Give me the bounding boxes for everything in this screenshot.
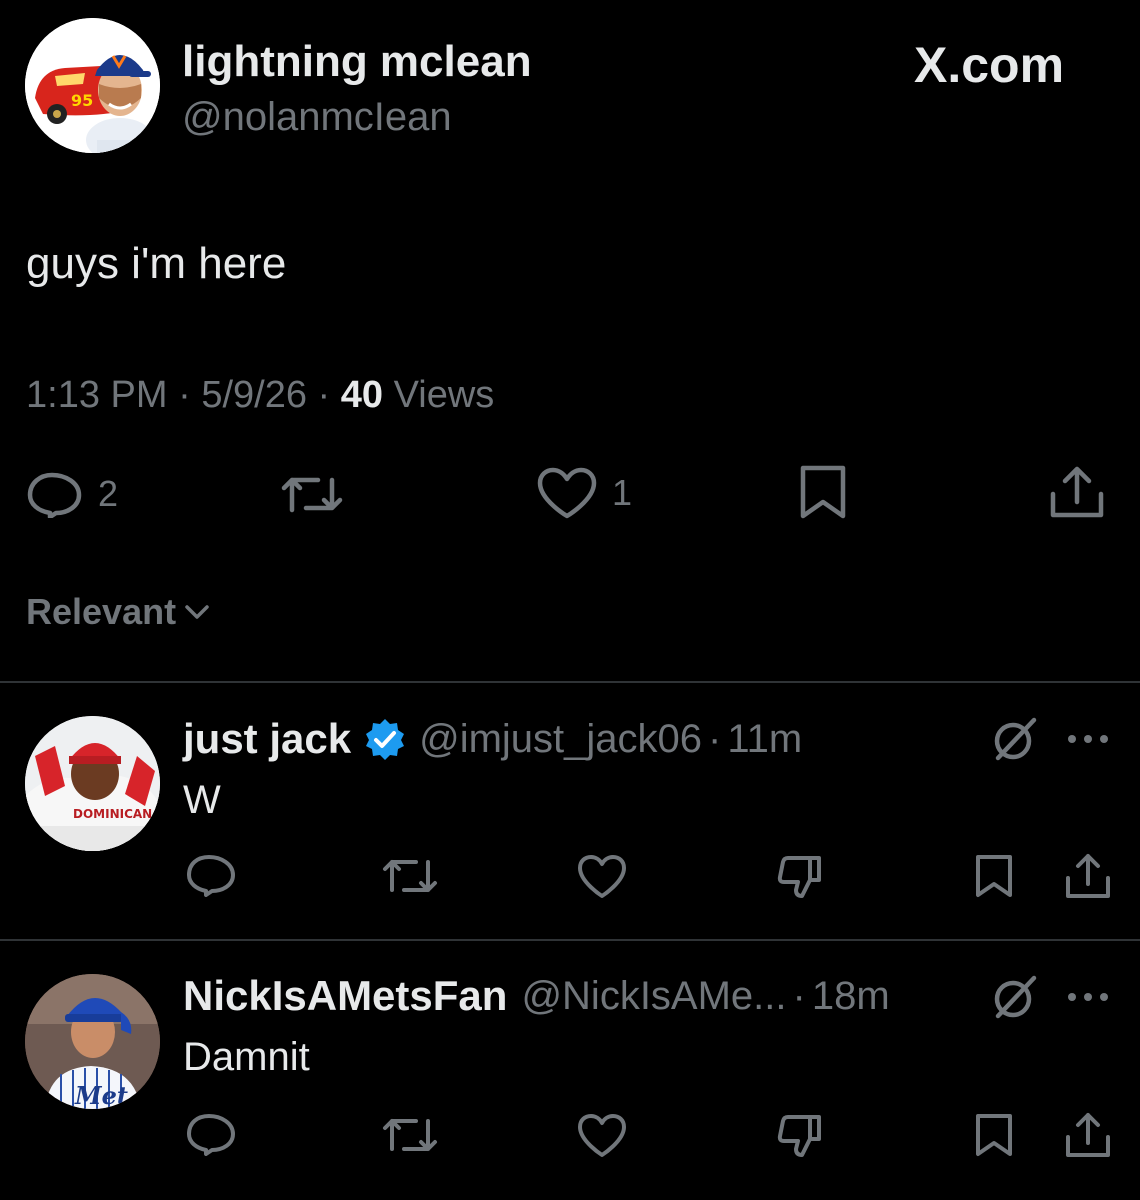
like-count: 1 (612, 472, 633, 513)
bookmark-icon (800, 465, 846, 519)
meta-separator: · (317, 374, 331, 416)
meta-separator: · (792, 974, 806, 1018)
bookmark-button[interactable] (972, 853, 1016, 899)
reply-icon (187, 855, 235, 897)
repost-button[interactable] (380, 854, 440, 898)
reply-author-handle[interactable]: @NickIsAMe... (521, 976, 786, 1016)
svg-text:Met: Met (74, 1081, 128, 1109)
heart-icon (578, 1114, 626, 1157)
share-button[interactable] (1064, 1111, 1112, 1159)
post-date[interactable]: 5/9/26 (201, 374, 307, 416)
share-button[interactable] (1048, 464, 1106, 520)
author-name[interactable]: lightning mclean (182, 40, 532, 84)
reply-icon (187, 1114, 235, 1156)
views-label: Views (393, 374, 495, 416)
bookmark-icon (976, 1114, 1012, 1156)
repost-icon (383, 860, 437, 892)
verified-badge-icon (366, 719, 405, 760)
repost-icon (383, 1119, 437, 1151)
svg-text:DOMINICAN: DOMINICAN (73, 807, 152, 821)
reply-age[interactable]: 18m (812, 976, 890, 1016)
more-button[interactable] (1066, 732, 1110, 750)
more-icon (1068, 993, 1108, 1001)
meta-separator: · (178, 374, 191, 416)
reply-author-name[interactable]: just jack (183, 718, 351, 760)
views-count: 40 (340, 374, 384, 416)
reply-icon (27, 472, 82, 518)
like-button[interactable] (576, 853, 628, 899)
grok-icon (994, 975, 1037, 1019)
bookmark-button[interactable] (972, 1112, 1016, 1158)
reply-button[interactable]: 2 (26, 470, 118, 518)
share-icon (1050, 466, 1104, 518)
share-icon (1066, 1113, 1110, 1157)
reply-header: NickIsAMetsFan @NickIsAMe... · 18m (183, 975, 890, 1017)
meta-separator: · (708, 717, 722, 761)
heart-icon (578, 855, 626, 898)
post-text: guys i'm here (26, 239, 287, 288)
reply-header: just jack @imjust_jack06 · 11m (183, 717, 802, 761)
grok-button[interactable] (990, 972, 1040, 1027)
author-handle[interactable]: @nolanmcIean (182, 97, 452, 137)
dislike-button[interactable] (774, 1111, 824, 1159)
divider (0, 681, 1140, 683)
more-button[interactable] (1066, 990, 1110, 1008)
post-time[interactable]: 1:13 PM (26, 374, 168, 416)
reply-button[interactable] (185, 853, 237, 897)
divider (0, 939, 1140, 941)
repost-icon (281, 477, 343, 513)
reply-avatar[interactable]: DOMINICAN (25, 716, 160, 851)
grok-button[interactable] (990, 714, 1040, 769)
more-icon (1068, 735, 1108, 743)
bookmark-icon (976, 855, 1012, 897)
reply-button[interactable] (185, 1112, 237, 1156)
heart-icon (537, 467, 597, 519)
repost-button[interactable] (380, 1113, 440, 1157)
dislike-icon (777, 1115, 821, 1157)
repost-button[interactable] (278, 470, 346, 518)
reply-author-name[interactable]: NickIsAMetsFan (183, 975, 507, 1017)
author-avatar[interactable]: 95 (25, 18, 160, 153)
reply-age[interactable]: 11m (727, 719, 802, 759)
bookmark-button[interactable] (796, 464, 850, 520)
grok-icon (994, 717, 1037, 761)
like-button[interactable]: 1 (536, 466, 632, 520)
sort-label: Relevant (26, 591, 177, 632)
dislike-button[interactable] (774, 852, 824, 900)
reply-text: W (183, 778, 221, 822)
sort-selector[interactable]: Relevant (26, 594, 212, 630)
share-button[interactable] (1064, 852, 1112, 900)
reply-count: 2 (98, 473, 119, 514)
reply-author-handle[interactable]: @imjust_jack06 (419, 719, 702, 759)
dislike-icon (777, 856, 821, 898)
reply-avatar[interactable]: Met (25, 974, 160, 1109)
site-label: X.com (914, 37, 1065, 93)
share-icon (1066, 854, 1110, 898)
svg-text:95: 95 (71, 91, 93, 110)
post-meta: 1:13 PM · 5/9/26 · 40 Views (26, 376, 494, 414)
reply-text: Damnit (183, 1035, 310, 1079)
chevron-down-icon (185, 605, 209, 619)
like-button[interactable] (576, 1112, 628, 1158)
